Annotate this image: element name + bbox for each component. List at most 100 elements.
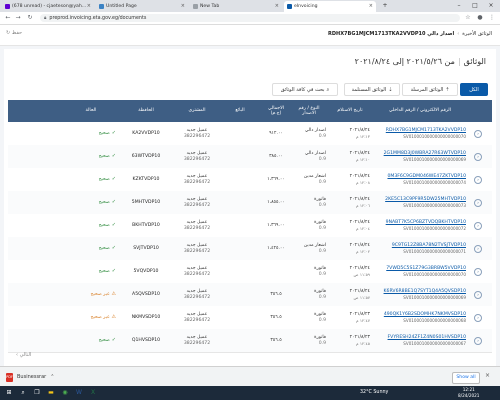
cell-regid: NKMVSDP10 (120, 306, 172, 329)
close-icon[interactable]: × (181, 3, 185, 9)
url-field[interactable]: 🔒︎ preprod.invoicing.eta.gov.eg/document… (40, 14, 460, 22)
column-header-buyer[interactable]: المشتري (174, 100, 220, 122)
maximize-button[interactable]: □ (468, 0, 482, 12)
row-expand[interactable]: › (468, 191, 488, 214)
column-header-type[interactable]: النوع / رقم الاصدار (292, 100, 326, 122)
download-item[interactable]: PDF Businessrar ⌃ (6, 371, 54, 383)
profile-icon[interactable]: ● (476, 14, 484, 22)
row-expand[interactable]: › (468, 283, 488, 306)
cell-regid: 5MHTVDP10 (120, 191, 172, 214)
table-row[interactable]: › 2KE5C13C9PF9R5DW25MHTVDP10 SV01000100000… (8, 191, 492, 215)
expand-icon[interactable]: › (474, 129, 482, 138)
cell-id: 2KE5C13C9PF9R5DW25MHTVDP10 SV010001000000… (374, 191, 466, 214)
browser-tab-newtab[interactable]: New Tab × (190, 1, 282, 12)
browser-tab-mail[interactable]: (678 unread) - cjaeteson@yah... × (2, 1, 94, 12)
column-header-seller[interactable]: البائع (222, 100, 258, 122)
status-text: صحيح (98, 337, 110, 343)
show-all-button[interactable]: Show all (452, 372, 480, 384)
row-expand[interactable]: › (468, 168, 488, 191)
cell-regid: 5VQVDP10 (120, 260, 172, 283)
close-icon[interactable]: × (485, 372, 490, 379)
close-icon[interactable]: × (369, 3, 373, 9)
upload-icon: ⇡ (445, 86, 450, 93)
table-row[interactable]: › FVYRESH24ZF1Z4N0S01HVSDP10 SV01000100000… (8, 329, 492, 353)
close-icon[interactable]: × (87, 3, 91, 9)
row-expand[interactable]: › (468, 260, 488, 283)
download-filename: Businessrar (17, 374, 47, 380)
expand-icon[interactable]: › (474, 267, 482, 276)
reload-icon[interactable]: ↻ (26, 14, 34, 22)
task-view-icon[interactable]: ❐ (32, 388, 42, 398)
tab-sent[interactable]: ⇡ الوثائق المرسلة (402, 83, 458, 96)
save-link[interactable]: ↻ حفظ (6, 30, 22, 36)
page-icon (99, 4, 104, 9)
menu-icon[interactable]: ⋮ (488, 14, 496, 22)
cell-total: ٣٥٦.٥ (262, 329, 290, 352)
row-expand[interactable]: › (468, 214, 488, 237)
tab-received[interactable]: ⇣ الوثائق المستلمة (344, 83, 400, 96)
lock-icon[interactable]: 🔒︎ (44, 15, 46, 21)
windows-start-icon[interactable]: ⊞ (4, 388, 14, 398)
column-header-regid[interactable]: الحافظة (120, 100, 172, 122)
expand-icon[interactable]: › (474, 244, 482, 253)
expand-icon[interactable]: › (474, 198, 482, 207)
doc-version: 0.9 (318, 179, 326, 185)
close-icon[interactable]: × (275, 3, 279, 9)
row-expand[interactable]: › (468, 306, 488, 329)
back-icon[interactable]: ← (4, 14, 12, 22)
cell-date: ٢٠٢١/٨/٢٤ ١٢:٠٢ م (330, 237, 370, 260)
pagination-next[interactable]: ‹ التالي (16, 352, 31, 358)
address-bar: ← → ↻ 🔒︎ preprod.invoicing.eta.gov.eg/do… (0, 12, 500, 25)
received-time: ١٢:٠٨ م (355, 179, 370, 185)
minimize-button[interactable]: – (452, 0, 466, 12)
word-icon[interactable]: W (74, 388, 84, 398)
expand-icon[interactable]: › (474, 152, 482, 161)
expand-icon[interactable]: › (474, 221, 482, 230)
cell-seller (222, 214, 258, 237)
row-expand[interactable]: › (468, 329, 488, 352)
browser-tab-einvoicing[interactable]: eInvoicing × (284, 1, 376, 12)
expand-icon[interactable]: › (474, 175, 482, 184)
column-header-id[interactable]: الرقم الالكتروني / الرقم الداخلي (374, 100, 466, 122)
row-expand[interactable]: › (468, 145, 488, 168)
table-row[interactable]: › 2G1MM8D3J0WBRA27R63WTVDP10 SV01000100000… (8, 145, 492, 169)
browser-tab-untitled[interactable]: Untitled Page × (96, 1, 188, 12)
table-row[interactable]: › 0M3F6C9GDM046WE47ZKTVDP10 SV010001000000… (8, 168, 492, 192)
tab-search[interactable]: ⌕ بحث في كافة الوثائق (272, 83, 338, 96)
chevron-up-icon[interactable]: ⌃ (50, 374, 54, 380)
buyer-id: 382296472 (183, 133, 211, 139)
table-row[interactable]: › RDHX7BG1MJCM1713TKA2VVDP10 SV01000100000… (8, 122, 492, 146)
excel-icon[interactable]: X (88, 388, 98, 398)
row-expand[interactable]: › (468, 122, 488, 145)
table-row[interactable]: › 490QK1Y6B2SDOMHK7NKMVSDP10 SV01000100000… (8, 306, 492, 330)
weather-widget[interactable]: 32°C Sunny (360, 388, 388, 398)
table-row[interactable]: › K6RV6R8BE1Q7SYT1Q4A5QVSDP10 SV0100010000… (8, 283, 492, 307)
column-header-date[interactable]: تاريخ الاستلام (330, 100, 370, 122)
row-expand[interactable]: › (468, 237, 488, 260)
file-explorer-icon[interactable]: ▬ (46, 388, 56, 398)
breadcrumb-root[interactable]: الوثائق الأخيرة (462, 31, 492, 37)
column-header-status[interactable]: الحالة (66, 100, 116, 122)
cell-buyer: عميل جديد 382296472 (174, 145, 220, 168)
expand-icon[interactable]: › (474, 336, 482, 345)
tab-all[interactable]: الكل (460, 83, 488, 96)
table-row[interactable]: › 9C9TG12Z8BA78N2TVSJTVDP10 SV010001000000… (8, 237, 492, 261)
star-icon[interactable]: ☆ (464, 14, 472, 22)
column-header-total[interactable]: الاجمالي (ج.م) (262, 100, 290, 122)
table-row[interactable]: › 9NABT7K5CP6BZTVDQBKHTVDP10 SV01000100000… (8, 214, 492, 238)
buyer-id: 382296472 (183, 271, 211, 277)
chrome-icon[interactable]: ◉ (60, 388, 70, 398)
close-window-button[interactable]: × (484, 0, 498, 12)
status-badge: ✓ صحيح (66, 329, 116, 352)
search-icon[interactable]: ⌕ (18, 388, 28, 398)
expand-icon[interactable]: › (474, 313, 482, 322)
new-tab-button[interactable]: + (378, 0, 392, 12)
documents-card: الوثائق|من ٢٠٢١/٥/٢٦ إلى ٢٠٢١/٨/٢٤ الكل … (4, 49, 496, 366)
received-time: ١٢:١٠ م (355, 156, 370, 162)
expand-icon[interactable]: › (474, 290, 482, 299)
cell-type: اشعار مدين 0.9 (292, 237, 326, 260)
table-row[interactable]: › 7VWD5C5S1Z79G3BRBW5VVDP10 SV010001000000… (8, 260, 492, 284)
clock[interactable]: 12:21 8/24/2021 (458, 387, 479, 398)
forward-icon[interactable]: → (14, 14, 22, 22)
cell-total: ٩١٢.٠٠ (262, 122, 290, 145)
